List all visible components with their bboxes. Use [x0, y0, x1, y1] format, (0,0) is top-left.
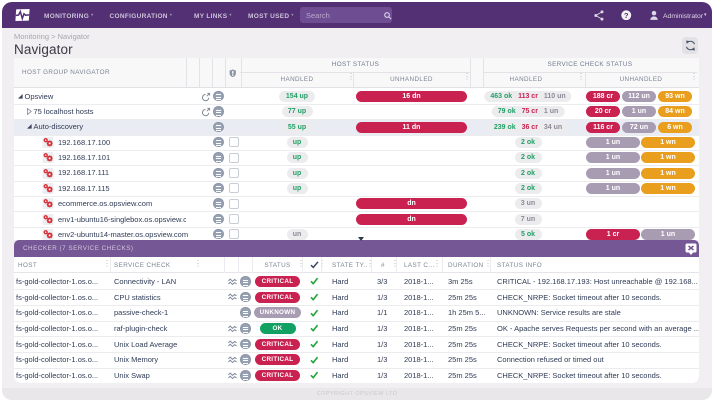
svg-text:?: ?: [624, 10, 629, 19]
